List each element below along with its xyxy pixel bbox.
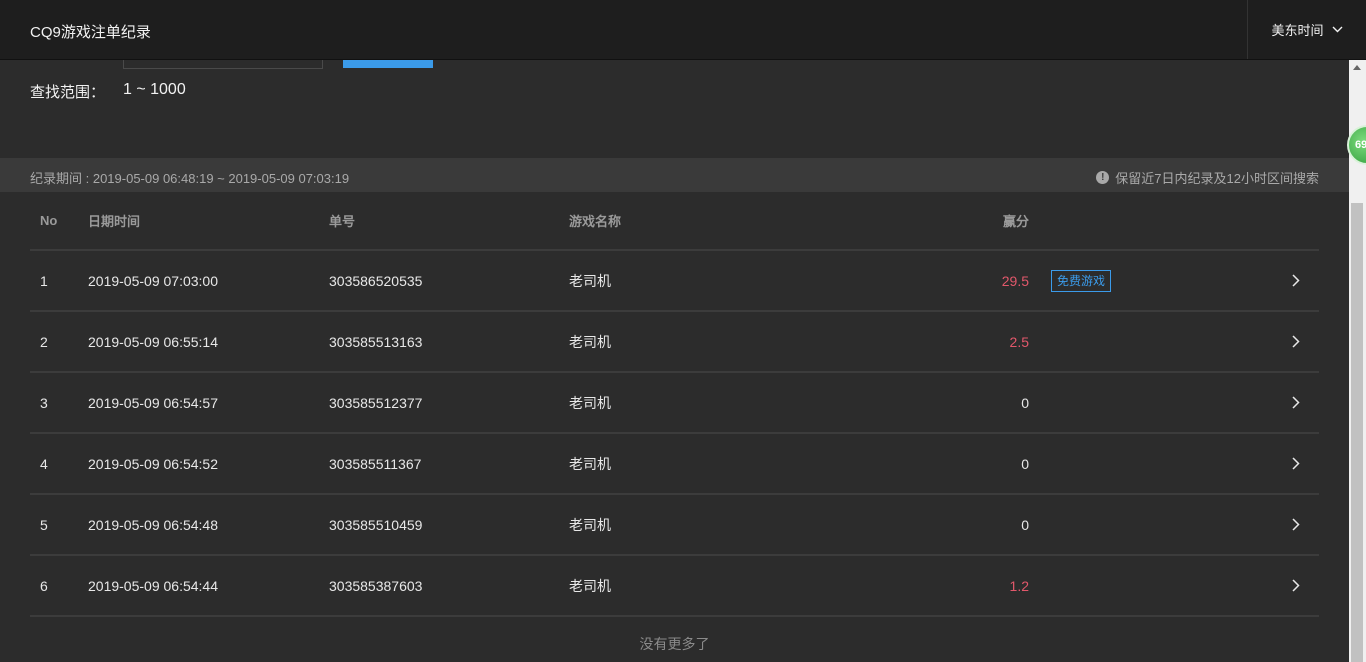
row-no: 3 xyxy=(40,394,48,411)
chevron-right-icon xyxy=(1292,518,1300,531)
row-order-id: 303585513163 xyxy=(329,333,423,350)
bet-record-table: No 日期时间 单号 游戏名称 赢分 1 2019-05-09 07:03:00… xyxy=(30,192,1319,617)
column-header-score: 赢分 xyxy=(1002,214,1029,229)
chevron-right-icon xyxy=(1292,457,1300,470)
row-detail-button[interactable] xyxy=(1288,251,1304,310)
row-score: 29.5 xyxy=(1001,272,1029,289)
row-datetime: 2019-05-09 06:55:14 xyxy=(88,333,218,350)
record-period-bar: 纪录期间 : 2019-05-09 06:48:19 ~ 2019-05-09 … xyxy=(0,158,1349,192)
row-game: 老司机 xyxy=(569,577,611,594)
row-game: 老司机 xyxy=(569,272,611,289)
row-detail-button[interactable] xyxy=(1288,434,1304,493)
row-datetime: 2019-05-09 06:54:44 xyxy=(88,577,218,594)
table-row[interactable]: 1 2019-05-09 07:03:00 303586520535 老司机 2… xyxy=(30,251,1319,312)
row-game: 老司机 xyxy=(569,455,611,472)
row-order-id: 303585387603 xyxy=(329,577,423,594)
row-order-id: 303585511367 xyxy=(329,455,422,472)
page-title: CQ9游戏注单纪录 xyxy=(30,24,151,41)
chevron-right-icon xyxy=(1292,396,1300,409)
row-tag-cell: 免费游戏 xyxy=(1051,251,1112,310)
timezone-dropdown[interactable]: 美东时间 xyxy=(1247,0,1366,59)
column-header-no: No xyxy=(40,213,58,228)
row-order-id: 303585512377 xyxy=(329,394,423,411)
row-detail-button[interactable] xyxy=(1288,373,1304,432)
row-order-id: 303585510459 xyxy=(329,516,423,533)
row-score: 2.5 xyxy=(1009,333,1029,350)
row-detail-button[interactable] xyxy=(1288,495,1304,554)
free-game-badge: 免费游戏 xyxy=(1051,269,1112,292)
info-icon: ! xyxy=(1096,171,1110,184)
row-datetime: 2019-05-09 07:03:00 xyxy=(88,272,218,289)
row-game: 老司机 xyxy=(569,394,611,411)
chevron-down-icon xyxy=(1332,26,1342,33)
row-score: 1.2 xyxy=(1009,577,1029,594)
row-datetime: 2019-05-09 06:54:48 xyxy=(88,516,218,533)
row-game: 老司机 xyxy=(569,333,611,350)
column-header-game: 游戏名称 xyxy=(569,214,622,229)
row-no: 1 xyxy=(40,272,48,289)
retention-note: ! 保留近7日内纪录及12小时区间搜索 xyxy=(1096,168,1319,187)
table-row[interactable]: 3 2019-05-09 06:54:57 303585512377 老司机 0 xyxy=(30,373,1319,434)
row-no: 4 xyxy=(40,455,48,472)
no-more-text: 没有更多了 xyxy=(639,636,710,652)
column-header-datetime: 日期时间 xyxy=(88,214,141,229)
table-header: No 日期时间 单号 游戏名称 赢分 xyxy=(30,192,1319,251)
range-value: 1 ~ 1000 xyxy=(123,81,186,98)
scrollbar-thumb[interactable] xyxy=(1351,203,1363,662)
range-label: 查找范围： xyxy=(30,84,106,101)
row-score: 0 xyxy=(1021,516,1029,533)
table-row[interactable]: 6 2019-05-09 06:54:44 303585387603 老司机 1… xyxy=(30,556,1319,617)
chevron-right-icon xyxy=(1292,335,1300,348)
chevron-right-icon xyxy=(1292,579,1300,592)
floating-ball-label: 69 xyxy=(1355,139,1366,151)
search-button[interactable] xyxy=(343,60,433,68)
table-row[interactable]: 2 2019-05-09 06:55:14 303585513163 老司机 2… xyxy=(30,312,1319,373)
row-score: 0 xyxy=(1021,455,1029,472)
retention-note-text: 保留近7日内纪录及12小时区间搜索 xyxy=(1115,171,1319,186)
scroll-up-arrow-icon[interactable] xyxy=(1353,65,1361,70)
row-order-id: 303586520535 xyxy=(329,272,423,289)
row-no: 2 xyxy=(40,333,48,350)
timezone-label: 美东时间 xyxy=(1271,23,1324,38)
table-row[interactable]: 5 2019-05-09 06:54:48 303585510459 老司机 0 xyxy=(30,495,1319,556)
search-input[interactable] xyxy=(123,60,323,69)
row-score: 0 xyxy=(1021,394,1029,411)
row-detail-button[interactable] xyxy=(1288,556,1304,615)
column-header-order-id: 单号 xyxy=(329,214,356,229)
row-no: 5 xyxy=(40,516,48,533)
row-datetime: 2019-05-09 06:54:57 xyxy=(88,394,218,411)
row-datetime: 2019-05-09 06:54:52 xyxy=(88,455,218,472)
row-no: 6 xyxy=(40,577,48,594)
row-game: 老司机 xyxy=(569,516,611,533)
row-detail-button[interactable] xyxy=(1288,312,1304,371)
record-period: 纪录期间 : 2019-05-09 06:48:19 ~ 2019-05-09 … xyxy=(30,171,350,186)
table-row[interactable]: 4 2019-05-09 06:54:52 303585511367 老司机 0 xyxy=(30,434,1319,495)
chevron-right-icon xyxy=(1292,274,1300,287)
top-bar: CQ9游戏注单纪录 美东时间 xyxy=(0,0,1366,60)
